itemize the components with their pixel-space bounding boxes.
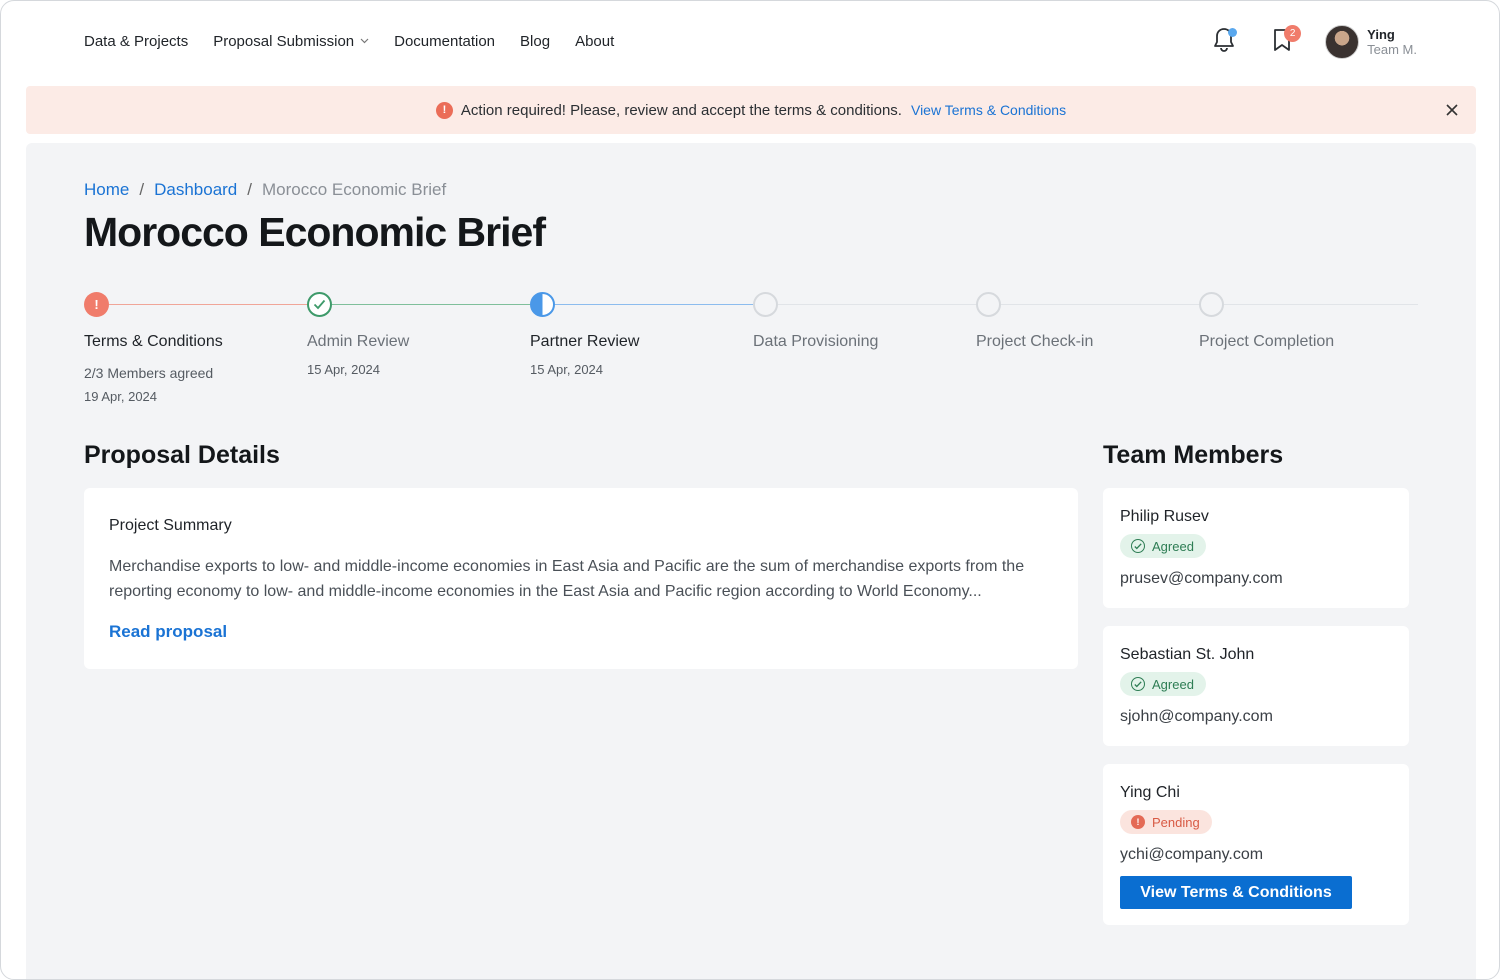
nav-link-documentation[interactable]: Documentation [394,33,495,50]
view-terms-link[interactable]: View Terms & Conditions [911,102,1066,118]
avatar [1325,25,1360,59]
step-label: Terms & Conditions [84,333,223,350]
alert-icon: ! [1131,815,1145,829]
nav-links: Data & Projects Proposal Submission Docu… [84,33,639,50]
status-label: Agreed [1152,538,1194,554]
alert-text: Action required! Please, review and acce… [460,101,902,119]
step-label: Partner Review [530,333,640,350]
member-name: Philip Rusev [1120,508,1209,525]
half-circle-icon [530,292,555,317]
empty-circle-icon [976,292,1001,317]
member-card: Philip Rusev Agreed prusev@company.com [1103,488,1409,608]
user-team: Team M. [1367,42,1417,57]
member-name: Sebastian St. John [1120,646,1255,663]
action-required-alert: ! Action required! Please, review and ac… [26,86,1476,134]
member-email: ychi@company.com [1120,846,1264,863]
step-date: 19 Apr, 2024 [84,389,158,404]
nav-link-about[interactable]: About [575,33,614,50]
step-connector [1001,304,1199,305]
summary-title: Project Summary [109,517,232,534]
status-label: Agreed [1152,676,1194,692]
check-circle-icon [1131,539,1145,553]
top-navigation: Data & Projects Proposal Submission Docu… [1,1,1499,85]
member-card: Ying Chi ! Pending ychi@company.com View… [1103,764,1409,925]
error-icon: ! [84,292,109,317]
step-connector [1224,304,1418,305]
nav-link-label: Proposal Submission [213,33,355,50]
project-summary-card: Project Summary Merchandise exports to l… [84,488,1078,669]
empty-circle-icon [753,292,778,317]
step-subtext: 2/3 Members agreed [84,365,214,381]
chevron-down-icon [360,36,369,47]
nav-link-data-projects[interactable]: Data & Projects [84,33,188,50]
view-terms-button[interactable]: View Terms & Conditions [1120,876,1352,909]
breadcrumb-current: Morocco Economic Brief [262,180,447,199]
status-badge: Agreed [1120,672,1206,696]
notifications-button[interactable] [1209,25,1239,59]
breadcrumb-separator: / [139,180,145,199]
member-card: Sebastian St. John Agreed sjohn@company.… [1103,626,1409,746]
check-icon [307,292,332,317]
notification-dot [1228,28,1238,37]
page-title: Morocco Economic Brief [84,209,546,255]
step-connector [555,304,753,305]
team-members-heading: Team Members [1103,441,1284,469]
member-email: sjohn@company.com [1120,708,1273,725]
step-connector [778,304,976,305]
nav-link-blog[interactable]: Blog [520,33,550,50]
breadcrumb-separator: / [247,180,252,199]
user-name: Ying [1367,27,1395,42]
app-window: Data & Projects Proposal Submission Docu… [0,0,1500,980]
step-label: Data Provisioning [753,333,879,350]
proposal-details-heading: Proposal Details [84,441,280,469]
member-name: Ying Chi [1120,784,1180,801]
status-badge: ! Pending [1120,810,1212,834]
status-badge: Agreed [1120,534,1206,558]
breadcrumb-home[interactable]: Home [84,180,129,200]
check-circle-icon [1131,677,1145,691]
nav-link-proposal-submission[interactable]: Proposal Submission [213,33,369,50]
step-label: Project Check-in [976,333,1094,350]
step-date: 15 Apr, 2024 [307,362,381,377]
breadcrumb: Home / Dashboard / Morocco Economic Brie… [84,180,446,200]
read-proposal-link[interactable]: Read proposal [109,622,227,642]
member-email: prusev@company.com [1120,570,1283,587]
progress-stepper: ! Terms & Conditions 2/3 Members agreed … [84,292,1419,412]
step-connector [332,304,530,305]
status-label: Pending [1152,814,1200,830]
breadcrumb-dashboard[interactable]: Dashboard [154,180,237,200]
bookmarks-button[interactable]: 2 [1267,25,1302,59]
close-icon[interactable] [1442,100,1462,120]
alert-icon: ! [435,101,453,119]
nav-actions: 2 Ying Team M. [1209,25,1417,59]
step-connector [109,304,307,305]
step-label: Project Completion [1199,333,1335,350]
main-content: Home / Dashboard / Morocco Economic Brie… [26,143,1476,979]
step-label: Admin Review [307,333,410,350]
empty-circle-icon [1199,292,1224,317]
bookmark-count-badge: 2 [1284,25,1302,42]
step-date: 15 Apr, 2024 [530,362,604,377]
summary-text: Merchandise exports to low- and middle-i… [109,558,1025,600]
user-menu[interactable]: Ying Team M. [1325,25,1417,59]
